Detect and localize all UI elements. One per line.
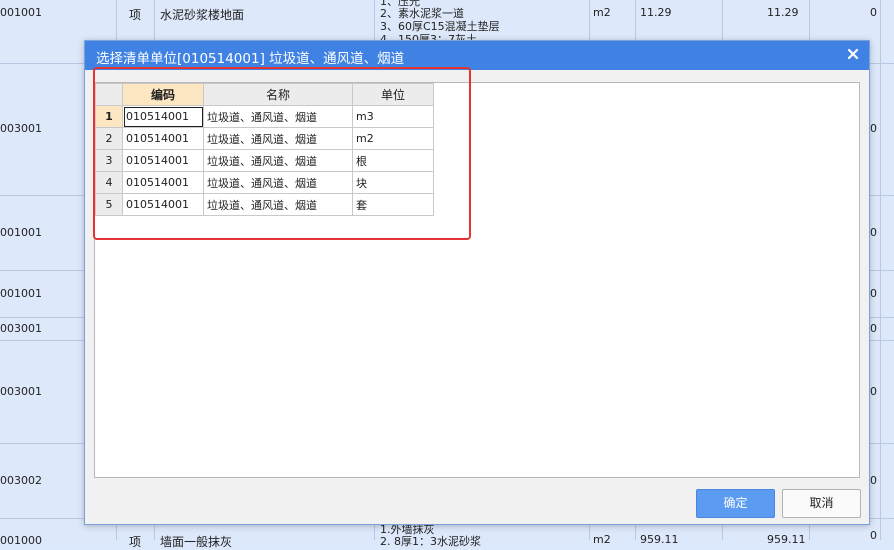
table-row[interactable]: 1 010514001 垃圾道、通风道、烟道 m3 xyxy=(95,105,434,128)
bg-code: 001001 xyxy=(0,287,42,300)
column-header-unit[interactable]: 单位 xyxy=(352,83,434,106)
bg-zero: 0 xyxy=(870,226,877,239)
bg-zero: 0 xyxy=(870,6,877,19)
cell-name[interactable]: 垃圾道、通风道、烟道 xyxy=(203,105,353,128)
cell-code[interactable]: 010514001 xyxy=(122,171,204,194)
confirm-button[interactable]: 确定 xyxy=(696,489,775,518)
cell-code[interactable]: 010514001 xyxy=(122,193,204,216)
unit-list-panel: 编码 名称 单位 1 010514001 垃圾道、通风道、烟道 m3 2 010… xyxy=(94,82,860,478)
table-header-row: 编码 名称 单位 xyxy=(95,83,434,106)
bg-code: 003002 xyxy=(0,474,42,487)
table-row[interactable]: 5 010514001 垃圾道、通风道、烟道 套 xyxy=(95,193,434,216)
cell-unit[interactable]: 套 xyxy=(352,193,434,216)
cell-code[interactable]: 010514001 xyxy=(122,127,204,150)
cancel-button[interactable]: 取消 xyxy=(782,489,861,518)
select-unit-dialog: 选择清单单位[010514001] 垃圾道、通风道、烟道 编码 名称 单位 1 … xyxy=(84,40,870,525)
bg-zero: 0 xyxy=(870,122,877,135)
close-icon[interactable] xyxy=(845,46,861,62)
bg-name: 水泥砂浆楼地面 xyxy=(160,8,245,22)
bg-code: 001001 xyxy=(0,6,42,19)
bg-type: 项 xyxy=(129,8,142,22)
bg-code: 003001 xyxy=(0,122,42,135)
bg-zero: 0 xyxy=(870,385,877,398)
cell-unit[interactable]: 块 xyxy=(352,171,434,194)
row-number: 3 xyxy=(95,149,123,172)
cell-name[interactable]: 垃圾道、通风道、烟道 xyxy=(203,149,353,172)
bg-qty: 11.29 xyxy=(767,6,799,19)
bg-code: 003001 xyxy=(0,322,42,335)
bg-type: 项 xyxy=(129,535,142,549)
bg-zero: 0 xyxy=(870,474,877,487)
row-number-header xyxy=(95,83,123,106)
row-number: 4 xyxy=(95,171,123,194)
cell-name[interactable]: 垃圾道、通风道、烟道 xyxy=(203,127,353,150)
unit-table: 编码 名称 单位 1 010514001 垃圾道、通风道、烟道 m3 2 010… xyxy=(95,83,434,216)
cell-name[interactable]: 垃圾道、通风道、烟道 xyxy=(203,171,353,194)
bg-code: 001000 xyxy=(0,534,42,547)
cell-unit[interactable]: m3 xyxy=(352,105,434,128)
cell-name[interactable]: 垃圾道、通风道、烟道 xyxy=(203,193,353,216)
column-header-code[interactable]: 编码 xyxy=(122,83,204,106)
bg-unit: m2 xyxy=(593,6,611,19)
bg-zero: 0 xyxy=(870,322,877,335)
dialog-title: 选择清单单位[010514001] 垃圾道、通风道、烟道 xyxy=(96,51,405,67)
cell-code[interactable]: 010514001 xyxy=(122,105,204,128)
bg-qty: 11.29 xyxy=(640,6,672,19)
bg-desc-line: 2. 8厚1：3水泥砂浆 xyxy=(380,535,481,548)
bg-zero: 0 xyxy=(870,529,877,542)
table-row[interactable]: 4 010514001 垃圾道、通风道、烟道 块 xyxy=(95,171,434,194)
table-row[interactable]: 2 010514001 垃圾道、通风道、烟道 m2 xyxy=(95,127,434,150)
cell-code[interactable]: 010514001 xyxy=(122,149,204,172)
column-header-name[interactable]: 名称 xyxy=(203,83,353,106)
row-number: 2 xyxy=(95,127,123,150)
bg-name: 墙面一般抹灰 xyxy=(160,535,233,549)
bg-code: 001001 xyxy=(0,226,42,239)
bg-code: 003001 xyxy=(0,385,42,398)
cell-unit[interactable]: m2 xyxy=(352,127,434,150)
dialog-titlebar[interactable]: 选择清单单位[010514001] 垃圾道、通风道、烟道 xyxy=(85,41,869,70)
bg-zero: 0 xyxy=(870,287,877,300)
cell-unit[interactable]: 根 xyxy=(352,149,434,172)
row-number: 5 xyxy=(95,193,123,216)
row-number: 1 xyxy=(95,105,123,128)
table-row[interactable]: 3 010514001 垃圾道、通风道、烟道 根 xyxy=(95,149,434,172)
